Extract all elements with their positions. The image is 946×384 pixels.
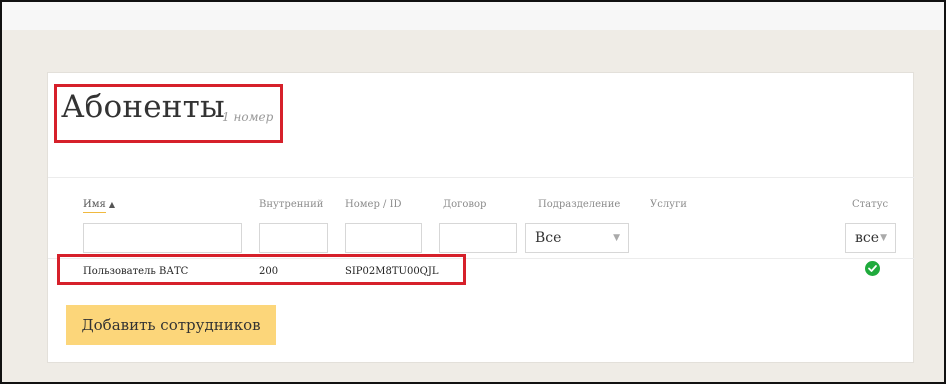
top-strip (2, 2, 944, 30)
row-highlight-box (57, 254, 466, 285)
column-header-services[interactable]: Услуги (650, 199, 687, 210)
filter-name-input[interactable] (83, 223, 242, 253)
filter-number-input[interactable] (345, 223, 422, 253)
title-highlight-box (54, 84, 283, 143)
check-circle-icon (865, 261, 880, 276)
window-frame: Абоненты 1 номер Имя ▲ Внутренний Номер /… (0, 0, 946, 384)
sort-asc-icon: ▲ (108, 200, 115, 209)
filter-status-value: все (855, 230, 880, 246)
filter-internal-input[interactable] (259, 223, 328, 253)
column-header-internal[interactable]: Внутренний (259, 199, 323, 210)
chevron-down-icon: ▼ (613, 233, 620, 243)
column-header-department[interactable]: Подразделение (538, 199, 620, 210)
filter-contract-input[interactable] (439, 223, 517, 253)
subscribers-card: Абоненты 1 номер Имя ▲ Внутренний Номер /… (47, 72, 915, 363)
chevron-down-icon: ▼ (880, 233, 887, 243)
header-divider (48, 177, 915, 178)
filter-department-select[interactable]: Все ▼ (525, 223, 629, 253)
column-header-name[interactable]: Имя ▲ (83, 199, 115, 213)
add-employees-button[interactable]: Добавить сотрудников (66, 305, 276, 345)
column-header-name-label: Имя (83, 199, 106, 213)
column-header-number[interactable]: Номер / ID (345, 199, 402, 210)
column-header-contract[interactable]: Договор (443, 199, 486, 210)
filter-department-value: Все (535, 230, 562, 246)
filter-status-select[interactable]: все ▼ (845, 223, 896, 253)
column-header-status[interactable]: Статус (852, 199, 888, 210)
